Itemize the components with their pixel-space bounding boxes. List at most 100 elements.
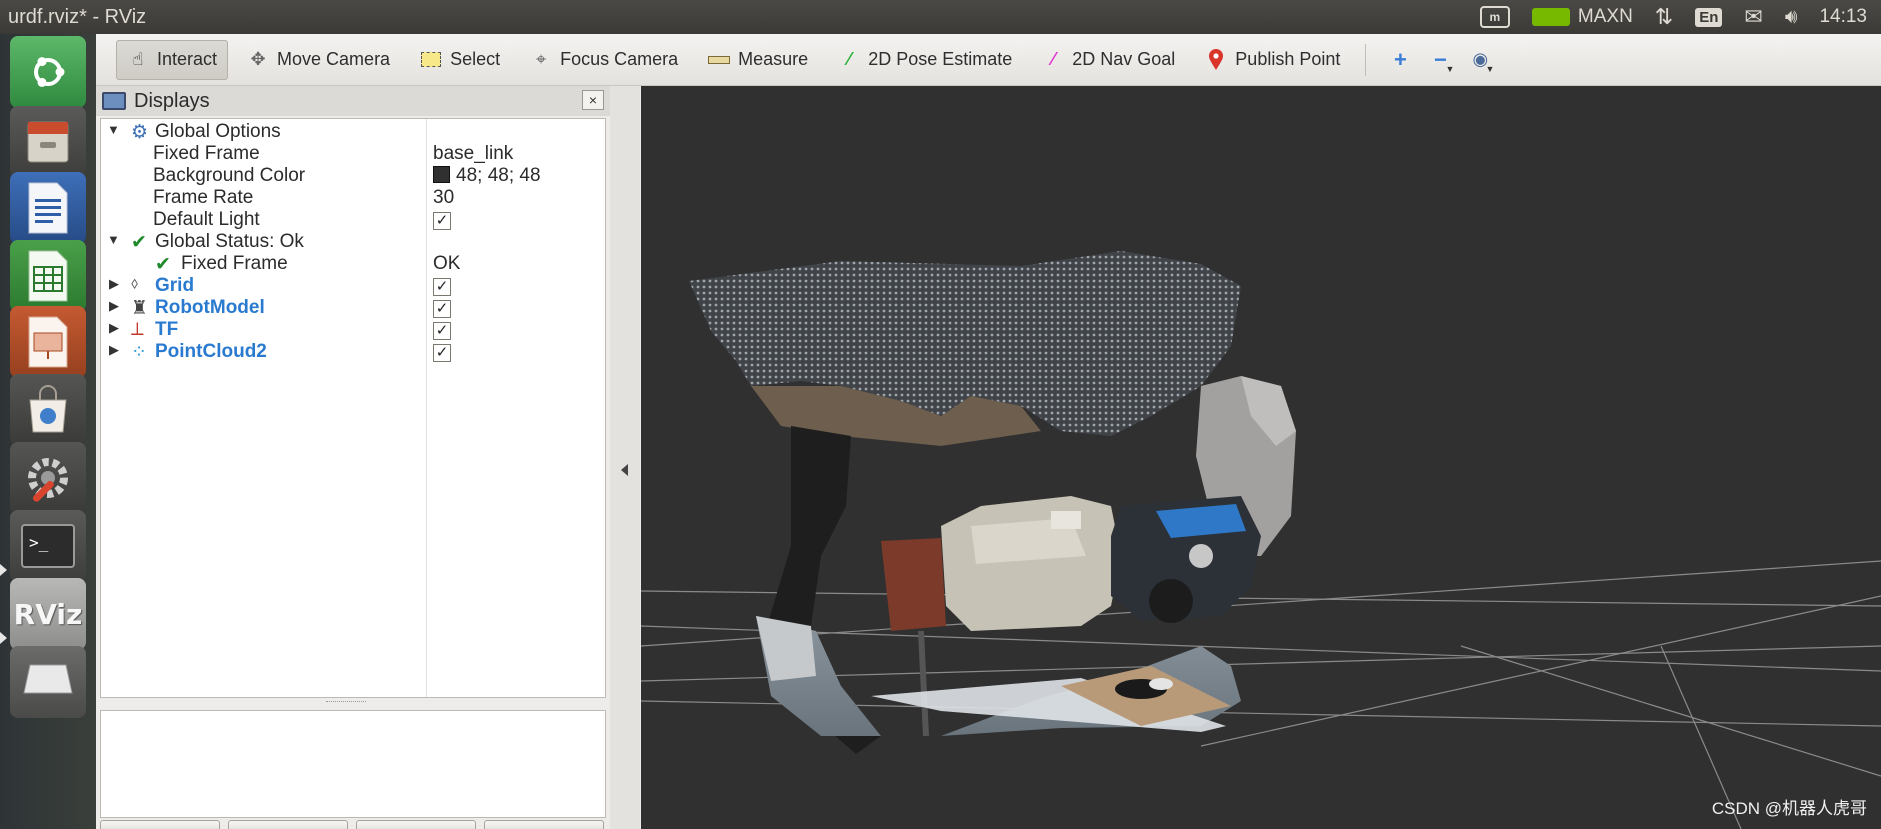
indicator-area: m MAXN ⇅ En ✉ 🔊︎ 14:13 (1479, 0, 1867, 34)
launcher-item-writer[interactable] (10, 172, 86, 244)
checkmark-icon: ✔ (131, 232, 147, 253)
default-light-label: Default Light (153, 209, 260, 230)
expand-arrow-right-icon[interactable]: ▶ (109, 342, 119, 358)
tf-axes-icon: ⟂ (131, 319, 144, 340)
clock[interactable]: 14:13 (1819, 6, 1867, 28)
tool-measure[interactable]: Measure (697, 40, 819, 80)
select-box-icon (420, 49, 442, 71)
drive-icon (23, 664, 73, 694)
tool-move-camera[interactable]: ✥ Move Camera (236, 40, 401, 80)
calc-spreadsheet-icon (28, 250, 68, 302)
nvidia-logo-icon (1531, 8, 1570, 26)
tool-measure-label: Measure (738, 49, 809, 69)
frame-rate-value[interactable]: 30 (433, 187, 454, 209)
tree-row-pointcloud2[interactable]: ▶ ⁘ PointCloud2 ✓ (101, 340, 605, 366)
shopping-bag-icon (29, 385, 67, 433)
chevron-down-icon: ▼ (1485, 63, 1495, 74)
impress-presentation-icon (28, 316, 68, 368)
ruler-icon (708, 49, 731, 71)
grid-icon: ⬨ (131, 275, 139, 292)
display-description-box (100, 710, 606, 818)
pointcloud-icon: ⁘ (131, 342, 147, 363)
global-status-label: Global Status: Ok (155, 231, 304, 252)
displays-panel-header: Displays × (96, 86, 610, 116)
power-mode-label: MAXN (1577, 6, 1633, 27)
add-tool-plus-icon[interactable]: + (1380, 40, 1420, 80)
settings-wrench-icon (28, 458, 68, 502)
point-cloud (689, 251, 1296, 754)
expand-arrow-right-icon[interactable]: ▶ (109, 320, 119, 336)
launcher-item-calc[interactable] (10, 240, 86, 312)
collapse-left-arrow-icon[interactable] (621, 464, 628, 476)
remove-display-button[interactable] (356, 820, 476, 829)
expand-arrow-right-icon[interactable]: ▶ (109, 276, 119, 292)
background-color-value[interactable]: 48; 48; 48 (433, 165, 541, 187)
remove-tool-minus-icon[interactable]: − ▼ (1420, 40, 1460, 80)
terminal-icon: >_ (21, 524, 75, 568)
expand-arrow-down-icon[interactable]: ▼ (107, 232, 120, 247)
expand-arrow-right-icon[interactable]: ▶ (109, 298, 119, 314)
close-icon[interactable]: × (582, 90, 604, 110)
panel-splitter[interactable] (610, 86, 640, 829)
tools-toolbar: ☝ Interact ✥ Move Camera Select ⌖ Focus … (96, 34, 1881, 86)
grid-enabled-checkbox[interactable]: ✓ (433, 278, 451, 296)
rename-display-button[interactable] (484, 820, 604, 829)
launcher-item-terminal[interactable]: >_ (10, 510, 86, 582)
pink-arrow-icon: ⁄ (1051, 49, 1055, 69)
global-options-label: Global Options (155, 121, 281, 142)
status-fixed-frame-label: Fixed Frame (181, 253, 288, 274)
nvidia-power-mode[interactable]: MAXN (1531, 6, 1633, 28)
monitor-icon (102, 92, 126, 110)
tool-focus-camera[interactable]: ⌖ Focus Camera (519, 40, 689, 80)
launcher-item-settings[interactable] (10, 442, 86, 514)
launcher-item-drive[interactable] (10, 646, 86, 718)
scene-canvas[interactable] (641, 86, 1881, 829)
tool-focus-camera-label: Focus Camera (560, 49, 679, 69)
network-updown-icon[interactable]: ⇅ (1655, 4, 1673, 30)
tf-enabled-checkbox[interactable]: ✓ (433, 322, 451, 340)
view-eye-icon[interactable]: ◉ ▼ (1460, 40, 1500, 80)
fixed-frame-label: Fixed Frame (153, 143, 260, 164)
map-pin-icon (1205, 48, 1227, 71)
tool-publish-point[interactable]: Publish Point (1194, 40, 1351, 80)
fixed-frame-value[interactable]: base_link (433, 143, 513, 165)
launcher-item-rviz[interactable]: RViz (10, 578, 86, 650)
duplicate-display-button[interactable] (228, 820, 348, 829)
launcher-item-dash[interactable] (10, 36, 86, 108)
svg-text:>_: >_ (29, 533, 49, 552)
tool-publish-point-label: Publish Point (1235, 49, 1341, 69)
launcher-item-impress[interactable] (10, 306, 86, 378)
tool-interact[interactable]: ☝ Interact (116, 39, 229, 80)
hand-cursor-icon: ☝ (132, 49, 144, 69)
gear-icon: ⚙ (131, 122, 149, 143)
keyboard-layout-indicator[interactable]: En (1695, 7, 1723, 27)
displays-tree: ▼ ⚙ Global Options Fixed Frame base_link… (100, 118, 606, 698)
render-viewport[interactable]: CSDN @机器人虎哥 (641, 86, 1881, 829)
jtop-monitor-icon[interactable]: m (1479, 6, 1510, 28)
watermark-text: CSDN @机器人虎哥 (1711, 799, 1867, 818)
default-light-checkbox[interactable]: ✓ (433, 212, 451, 230)
tool-2d-pose-estimate[interactable]: ⁄ 2D Pose Estimate (827, 40, 1023, 80)
robot-model-icon: ♜ (131, 298, 149, 319)
displays-panel-title: Displays (134, 89, 210, 112)
add-display-button[interactable] (100, 820, 220, 829)
green-arrow-icon: ⁄ (847, 49, 851, 69)
tool-interact-label: Interact (157, 49, 218, 69)
launcher-item-software[interactable] (10, 374, 86, 446)
volume-speaker-icon[interactable]: 🔊︎ (1785, 6, 1798, 29)
checkmark-icon: ✔ (155, 254, 171, 275)
tool-select[interactable]: Select (409, 40, 511, 80)
tool-2d-nav-goal[interactable]: ⁄ 2D Nav Goal (1031, 40, 1186, 80)
desktop: urdf.rviz* - RViz m MAXN ⇅ En ✉ 🔊︎ 14:13 (0, 0, 1881, 829)
displays-panel: Displays × ▼ ⚙ Global Options Fixed Fram… (96, 86, 610, 829)
chevron-down-icon: ▼ (1445, 63, 1455, 74)
color-swatch[interactable] (433, 166, 450, 183)
pointcloud2-enabled-checkbox[interactable]: ✓ (433, 344, 451, 362)
launcher-item-files[interactable] (10, 106, 86, 178)
mail-envelope-icon[interactable]: ✉ (1744, 4, 1762, 30)
resize-grip[interactable] (326, 701, 366, 704)
expand-arrow-down-icon[interactable]: ▼ (107, 122, 120, 137)
terminal-running-indicator (0, 564, 7, 576)
robotmodel-enabled-checkbox[interactable]: ✓ (433, 300, 451, 318)
move-camera-icon: ✥ (250, 49, 266, 69)
